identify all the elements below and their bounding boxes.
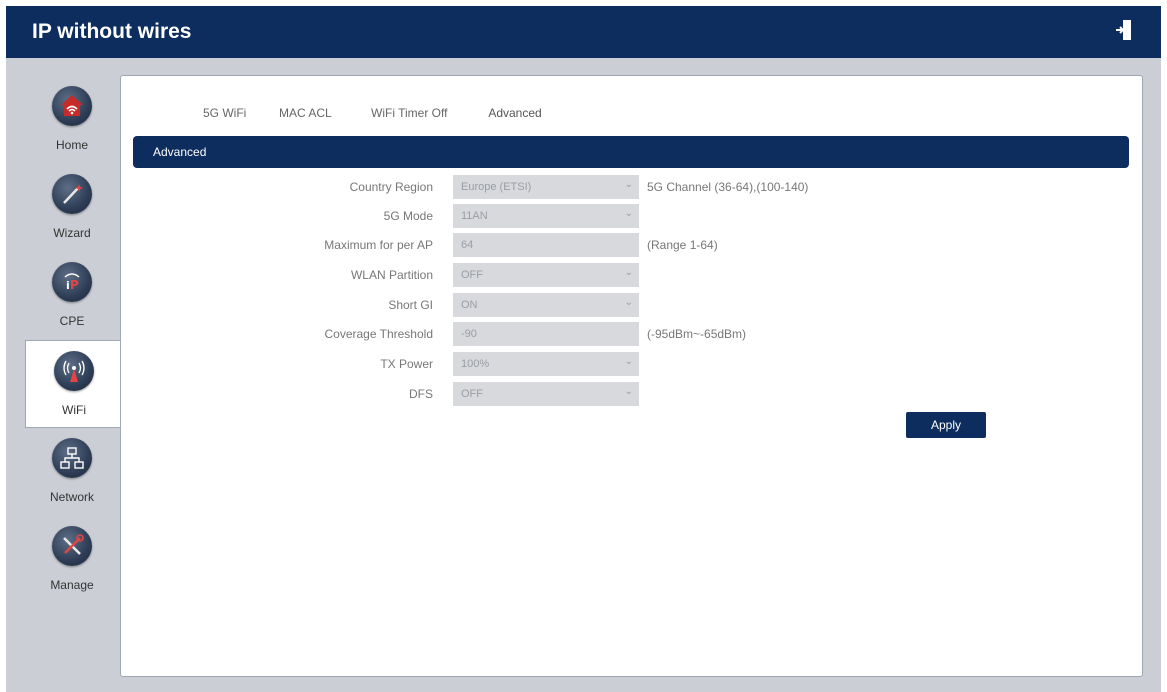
max-per-ap-value: 64 (461, 239, 474, 251)
sidebar-item-network[interactable]: Network (24, 428, 120, 514)
country-region-row: Country Region Europe (ETSI) ⌄ 5G Channe… (121, 175, 1121, 199)
top-bar: IP without wires (6, 6, 1161, 58)
network-icon (52, 438, 92, 478)
chevron-down-icon: ⌄ (624, 386, 633, 397)
short-gi-row: Short GI ON ⌄ (121, 293, 1121, 317)
main-panel: 5G WiFi MAC ACL WiFi Timer Off Advanced … (120, 75, 1143, 677)
tools-icon (52, 526, 92, 566)
apply-button[interactable]: Apply (906, 412, 986, 438)
tx-power-label: TX Power (380, 357, 433, 371)
max-per-ap-label: Maximum for per AP (324, 238, 433, 252)
chevron-down-icon: ⌄ (624, 267, 633, 278)
5g-mode-value: 11AN (461, 210, 488, 222)
coverage-threshold-hint: (-95dBm~-65dBm) (647, 327, 747, 341)
sidebar-item-label: Home (55, 138, 88, 152)
country-region-value: Europe (ETSI) (461, 181, 532, 193)
max-per-ap-input[interactable]: 64 (453, 233, 639, 257)
magic-wand-icon (52, 174, 92, 214)
sidebar-item-wizard[interactable]: Wizard (24, 164, 120, 250)
wlan-partition-label: WLAN Partition (350, 268, 433, 282)
chevron-down-icon: ⌄ (624, 179, 633, 190)
wlan-partition-value: OFF (461, 269, 483, 281)
wlan-partition-select[interactable]: OFF ⌄ (453, 263, 639, 287)
ip-mitter-icon: iP (52, 262, 92, 302)
5g-mode-row: 5G Mode 11AN ⌄ (121, 204, 1121, 228)
5g-mode-label: 5G Mode (383, 209, 433, 223)
tx-power-row: TX Power 100% ⌄ (121, 352, 1121, 376)
tab-wifi-timer-off[interactable]: WiFi Timer Off (371, 106, 447, 136)
coverage-threshold-row: Coverage Threshold -90 (-95dBm~-65dBm) (121, 322, 1121, 346)
tab-advanced[interactable]: Advanced (469, 106, 561, 139)
chevron-down-icon: ⌄ (624, 356, 633, 367)
sidebar-item-manage[interactable]: Manage (24, 516, 120, 602)
short-gi-select[interactable]: ON ⌄ (453, 293, 639, 317)
short-gi-value: ON (461, 299, 478, 311)
sidebar-item-label: Network (49, 490, 94, 504)
dfs-label: DFS (409, 387, 433, 401)
sidebar-item-label: WiFi (62, 403, 86, 417)
section-title: Advanced (153, 145, 207, 159)
chevron-down-icon: ⌄ (624, 297, 633, 308)
dfs-row: DFS OFF ⌄ (121, 382, 1121, 406)
coverage-threshold-label: Coverage Threshold (324, 327, 433, 341)
section-header: Advanced (133, 136, 1129, 168)
country-region-hint: 5G Channel (36-64),(100-140) (647, 180, 809, 194)
sidebar-item-home[interactable]: Home (24, 76, 120, 162)
sidebar-item-label: Wizard (53, 226, 91, 240)
country-region-select[interactable]: Europe (ETSI) ⌄ (453, 175, 639, 199)
max-per-ap-hint: (Range 1-64) (647, 238, 718, 252)
tab-5g-wifi[interactable]: 5G WiFi (203, 106, 246, 136)
sidebar-item-wifi[interactable]: WiFi (25, 340, 122, 428)
tx-power-select[interactable]: 100% ⌄ (453, 352, 639, 376)
wlan-partition-row: WLAN Partition OFF ⌄ (121, 263, 1121, 287)
sidebar-item-label: CPE (59, 314, 85, 328)
sidebar-item-cpe[interactable]: iP CPE (24, 252, 120, 338)
5g-mode-select[interactable]: 11AN ⌄ (453, 204, 639, 228)
dfs-select[interactable]: OFF ⌄ (453, 382, 639, 406)
coverage-threshold-value: -90 (461, 328, 477, 340)
short-gi-label: Short GI (388, 298, 433, 312)
country-region-label: Country Region (349, 180, 433, 194)
sidebar-item-label: Manage (50, 578, 94, 592)
coverage-threshold-input[interactable]: -90 (453, 322, 639, 346)
tx-power-value: 100% (461, 358, 490, 370)
tab-mac-acl[interactable]: MAC ACL (279, 106, 332, 136)
chevron-down-icon: ⌄ (624, 208, 633, 219)
svg-text:P: P (70, 278, 79, 292)
max-per-ap-row: Maximum for per AP 64 (Range 1-64) (121, 233, 1121, 257)
app-title: IP without wires (32, 20, 192, 43)
sidebar: Home Wizard iP CPE WiFi Network Manage (24, 76, 122, 676)
logout-icon[interactable] (1115, 19, 1133, 41)
antenna-icon (54, 351, 94, 391)
dfs-value: OFF (461, 388, 483, 400)
wifi-house-icon (52, 86, 92, 126)
